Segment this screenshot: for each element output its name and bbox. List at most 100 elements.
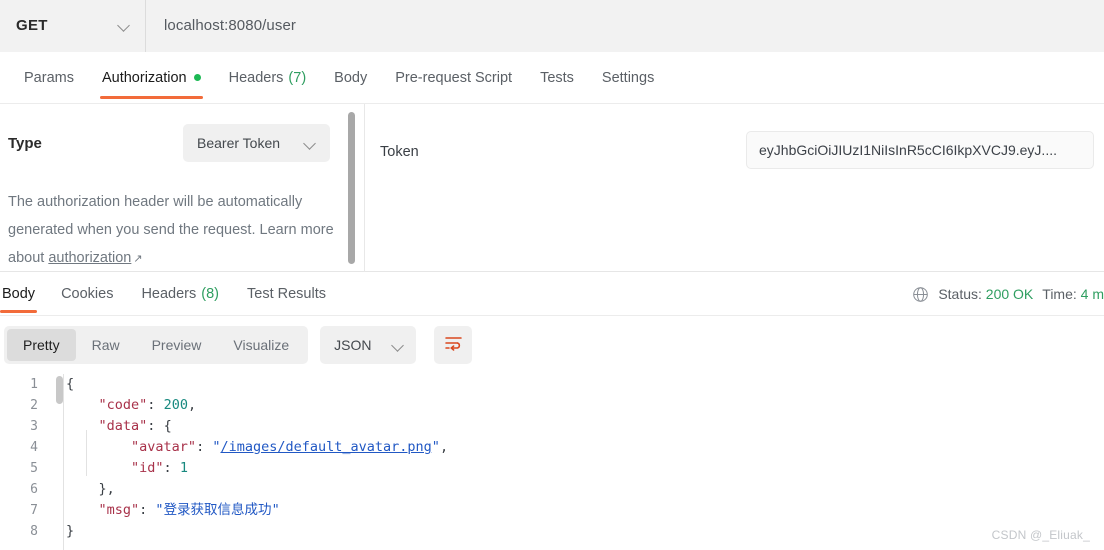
view-mode-visualize[interactable]: Visualize (217, 329, 305, 361)
view-mode-pretty[interactable]: Pretty (7, 329, 76, 361)
code-token: , (187, 397, 197, 413)
auth-type-label: Type (8, 134, 42, 152)
response-format-select[interactable]: JSON (320, 326, 417, 364)
tab-headers-label: Headers (228, 69, 284, 86)
code-fold-rail (63, 374, 64, 550)
code-line: 8} (0, 521, 1104, 542)
http-method-label: GET (16, 17, 48, 34)
tab-params[interactable]: Params (10, 52, 88, 104)
authorization-pane: Type Bearer Token The authorization head… (0, 104, 1104, 272)
tab-settings[interactable]: Settings (588, 52, 668, 104)
token-column: Token eyJhbGciOiJIUzI1NiIsInR5cCI6IkpXVC… (365, 104, 1104, 272)
auth-config-column: Type Bearer Token The authorization head… (0, 104, 352, 272)
postman-request-response-view: GET localhost:8080/user Params Authoriza… (0, 0, 1104, 550)
code-line-number: 4 (30, 440, 38, 455)
code-line: 5 "id": 1 (0, 458, 1104, 479)
request-url-input[interactable]: localhost:8080/user (146, 0, 1104, 52)
code-line-number: 3 (30, 419, 38, 434)
code-token: }, (98, 481, 115, 497)
code-token: : (147, 397, 164, 413)
tab-tests-label: Tests (540, 69, 574, 86)
view-mode-raw[interactable]: Raw (76, 329, 136, 361)
auth-type-row: Type Bearer Token (8, 124, 330, 162)
code-line: 4 "avatar": "/images/default_avatar.png"… (0, 437, 1104, 458)
code-token: " (271, 502, 280, 518)
tab-headers-count: (7) (288, 69, 307, 86)
code-line-list: 1{2 "code": 200, 3 "data": {4 "avatar": "… (0, 374, 1104, 542)
code-line: 1{ (0, 374, 1104, 395)
code-token: 登录获取信息成功 (163, 502, 272, 518)
tab-authorization-label: Authorization (101, 69, 187, 86)
response-tab-cookies[interactable]: Cookies (47, 272, 127, 316)
code-token: 200 (163, 397, 188, 413)
response-tab-headers-label: Headers (141, 285, 197, 302)
code-token: "id" (131, 460, 164, 476)
status-value: 200 OK (985, 286, 1034, 302)
response-tab-headers[interactable]: Headers (8) (127, 272, 233, 316)
response-format-value: JSON (334, 337, 372, 353)
code-token: : (147, 418, 164, 434)
time-prefix: Time: (1042, 286, 1077, 302)
code-line-content: } (48, 521, 74, 542)
code-token: } (66, 523, 75, 539)
code-token: , (439, 439, 449, 455)
response-tab-body-label: Body (2, 285, 36, 302)
tab-pre-request-script[interactable]: Pre-request Script (381, 52, 526, 104)
code-line-number: 5 (30, 461, 38, 476)
response-view-mode-group: Pretty Raw Preview Visualize (4, 326, 309, 364)
code-line-number: 2 (30, 398, 38, 413)
tab-tests[interactable]: Tests (526, 52, 588, 104)
word-wrap-button[interactable] (434, 326, 473, 364)
auth-description-line-1: The authorization header will be automat… (8, 194, 303, 210)
response-tabs: Body Cookies Headers (8) Test Results St… (0, 272, 1104, 316)
tab-body[interactable]: Body (320, 52, 381, 104)
code-token: : (139, 502, 156, 518)
chevron-down-icon (304, 137, 317, 150)
response-tab-headers-count: (8) (201, 285, 219, 302)
auth-pane-scrollbar[interactable] (348, 112, 355, 264)
authorization-docs-link[interactable]: authorization (48, 250, 131, 266)
tab-authorization[interactable]: Authorization (88, 52, 215, 104)
response-tab-test-results[interactable]: Test Results (233, 272, 340, 316)
token-input[interactable]: eyJhbGciOiJIUzI1NiIsInR5cCI6IkpXVCJ9.eyJ… (746, 131, 1094, 169)
response-tab-test-results-label: Test Results (247, 285, 326, 302)
auth-description-line-2: generated when you send the request. Lea… (8, 222, 297, 238)
chevron-down-icon (118, 19, 131, 32)
response-status-area: Status: 200 OK Time: 4 m (912, 272, 1104, 316)
external-link-icon: ↗ (133, 253, 143, 265)
response-body-code[interactable]: 1{2 "code": 200, 3 "data": {4 "avatar": "… (0, 374, 1104, 550)
auth-type-select[interactable]: Bearer Token (183, 124, 330, 162)
code-token: "msg" (98, 502, 140, 518)
status-badge: Status: 200 OK (938, 286, 1033, 302)
code-token[interactable]: /images/default_avatar.png (220, 439, 431, 455)
request-tabs: Params Authorization Headers (7) Body Pr… (0, 52, 1104, 104)
auth-description: The authorization header will be automat… (8, 188, 338, 273)
token-label: Token (380, 144, 419, 160)
code-line-content: "code": 200, (48, 395, 197, 416)
code-horizontal-scrollbar[interactable] (56, 376, 63, 404)
code-line-number: 1 (30, 377, 38, 392)
code-line-number: 6 (30, 482, 38, 497)
code-line-content: "data": { (48, 416, 172, 437)
watermark-text: CSDN @_Eliuak_ (991, 528, 1090, 542)
http-method-select[interactable]: GET (0, 0, 146, 52)
status-prefix: Status: (938, 286, 982, 302)
response-tab-body[interactable]: Body (0, 272, 47, 316)
code-line-content: "msg": "登录获取信息成功" (48, 500, 280, 521)
chevron-down-icon (392, 339, 405, 352)
tab-params-label: Params (24, 69, 74, 86)
request-url-bar: GET localhost:8080/user (0, 0, 1104, 52)
globe-icon (912, 286, 929, 303)
code-line-number: 8 (30, 524, 38, 539)
view-mode-pretty-label: Pretty (23, 337, 60, 353)
code-token: { (163, 418, 172, 434)
tab-headers[interactable]: Headers (7) (215, 52, 321, 104)
view-mode-visualize-label: Visualize (233, 337, 290, 353)
view-mode-preview[interactable]: Preview (136, 329, 218, 361)
